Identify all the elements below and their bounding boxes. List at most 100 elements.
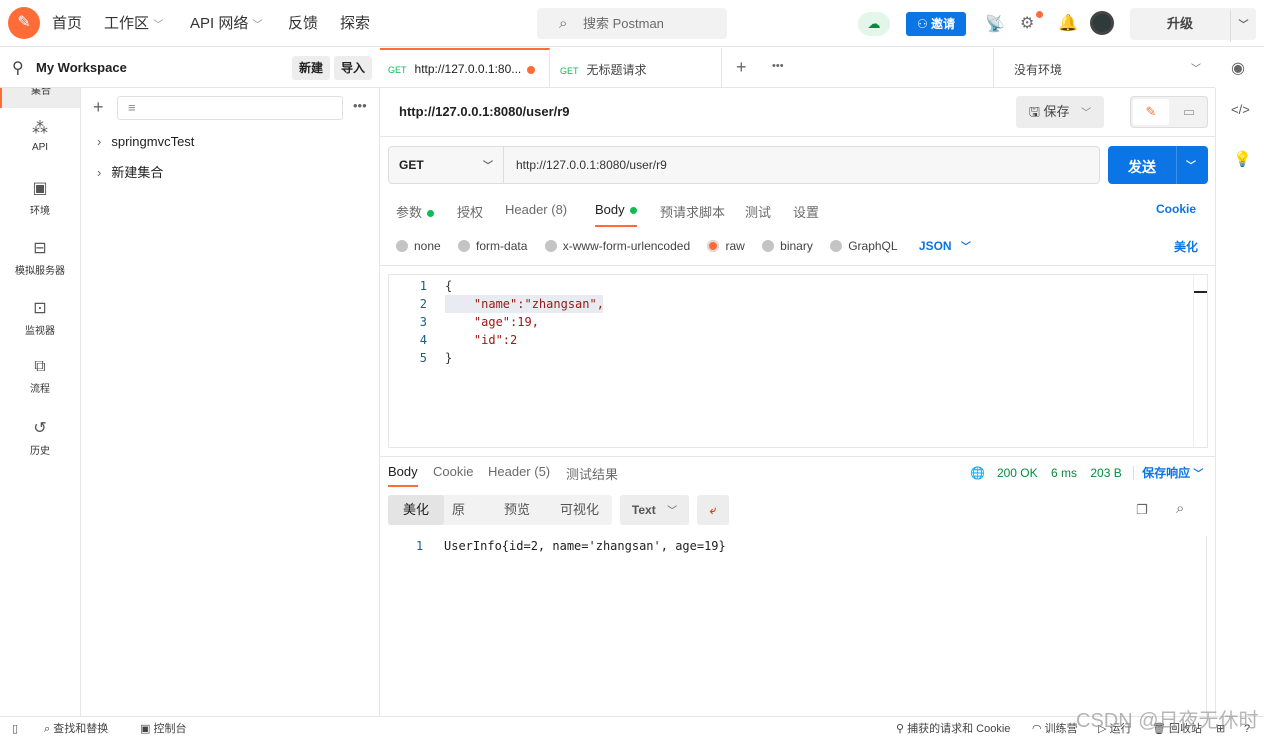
eye-icon[interactable]: ◉ (1231, 58, 1245, 78)
lightbulb-icon[interactable]: 💡 (1233, 150, 1252, 168)
line-numbers: 12345 (419, 279, 427, 365)
bootcamp-button[interactable]: ◠ 训练营 (1032, 717, 1078, 741)
view-pretty[interactable]: 美化 (388, 495, 444, 525)
code-content: { "name":"zhangsan", "age":19, "id":2} (445, 279, 604, 365)
tab-headers[interactable]: Header (8) (505, 202, 567, 217)
satellite-icon[interactable]: 📡 (985, 14, 1005, 34)
more-icon[interactable]: ••• (353, 98, 367, 113)
tab-params[interactable]: 参数 (396, 202, 435, 221)
edit-icon[interactable]: ✎ (1133, 99, 1169, 125)
nav-feedback[interactable]: 反馈 (288, 0, 318, 47)
response-tab-test-results[interactable]: 测试结果 (566, 464, 618, 483)
tab-body[interactable]: Body (595, 202, 637, 227)
settings-icon[interactable]: ⚙ (1020, 13, 1034, 33)
tab-settings[interactable]: 设置 (793, 202, 819, 221)
globe-icon[interactable]: 🌐 (970, 466, 985, 480)
code-icon[interactable]: </> (1231, 102, 1250, 117)
chevron-down-icon[interactable]: ﹀ (1186, 157, 1196, 172)
more-tabs-icon[interactable]: ••• (772, 60, 784, 72)
radio-none[interactable]: none (396, 239, 441, 253)
status-bar: ▯ ⌕ 查找和替换 ▣ 控制台 ⚲ 捕获的请求和 Cookie ◠ 训练营 ▷ … (0, 710, 1264, 741)
nav-apis[interactable]: ⁂ API (0, 108, 80, 168)
radio-raw[interactable]: raw (707, 239, 745, 253)
chevron-right-icon: › (97, 134, 102, 149)
save-response-button[interactable]: 保存响应 ﹀ (1133, 466, 1204, 480)
collection-item[interactable]: › 新建集合 (97, 162, 163, 181)
nav-history[interactable]: ↺ 历史 (0, 408, 80, 468)
server-icon: ⊟ (33, 240, 47, 257)
workspace-name[interactable]: My Workspace (36, 60, 127, 75)
editor-scrollbar[interactable] (1193, 275, 1207, 447)
format-select[interactable]: JSON ﹀ (919, 239, 971, 253)
postman-logo[interactable]: ✎ (8, 7, 40, 39)
nav-home[interactable]: 首页 (52, 0, 82, 47)
tab-request-active[interactable]: GET http://127.0.0.1:80... (380, 48, 550, 88)
upgrade-button[interactable]: 升级 ﹀ (1130, 8, 1256, 42)
tab-authorization[interactable]: 授权 (457, 202, 483, 221)
new-button[interactable]: 新建 (292, 56, 330, 80)
nav-explore[interactable]: 探索 (340, 0, 370, 47)
nav-flows[interactable]: ⧉ 流程 (0, 348, 80, 408)
send-button[interactable]: 发送 ﹀ (1108, 146, 1208, 184)
monitor-icon: ⊡ (33, 300, 47, 317)
body-editor[interactable]: 12345 { "name":"zhangsan", "age":19, "id… (388, 274, 1208, 448)
tab-request[interactable]: GET 无标题请求 (550, 48, 722, 88)
view-visualize[interactable]: 可视化 (560, 495, 599, 525)
user-icon: ⚲ (12, 60, 24, 77)
tab-tests[interactable]: 测试 (745, 202, 771, 221)
search-input[interactable]: ⌕ 搜索 Postman (537, 8, 727, 39)
notification-dot (1036, 11, 1043, 18)
nav-environments[interactable]: ▣ 环境 (0, 168, 80, 228)
status-code[interactable]: 200 OK (997, 466, 1038, 480)
new-tab-icon[interactable]: + (736, 57, 747, 78)
nav-workspaces[interactable]: 工作区 ﹀ (104, 0, 163, 47)
radio-graphql[interactable]: GraphQL (830, 239, 898, 253)
radio-binary[interactable]: binary (762, 239, 813, 253)
search-icon[interactable]: ⌕ (1176, 500, 1184, 517)
response-time[interactable]: 6 ms (1051, 466, 1077, 480)
save-button[interactable]: 🖫 保存 ﹀ (1016, 96, 1104, 128)
cookies-link[interactable]: Cookie (1156, 202, 1196, 216)
response-tab-headers[interactable]: Header (5) (488, 464, 550, 479)
nav-monitors[interactable]: ⊡ 监视器 (0, 288, 80, 348)
invite-button[interactable]: ⚇ 邀请 (906, 12, 966, 36)
wrap-lines-icon[interactable]: ⤶ (697, 495, 729, 525)
view-raw[interactable]: 原 (452, 495, 465, 525)
body-type-group: none form-data x-www-form-urlencoded raw… (396, 238, 971, 253)
sidebar-toggle-icon[interactable]: ▯ (12, 717, 18, 741)
copy-icon[interactable]: ❐ (1136, 502, 1148, 518)
response-scrollbar[interactable] (1206, 536, 1207, 716)
comment-icon[interactable]: ▭ (1171, 99, 1207, 125)
capture-button[interactable]: ⚲ 捕获的请求和 Cookie (896, 717, 1010, 741)
tab-pre-request-script[interactable]: 预请求脚本 (660, 202, 725, 221)
response-format-select[interactable]: Text ﹀ (620, 495, 689, 525)
import-button[interactable]: 导入 (334, 56, 372, 80)
environment-select[interactable]: 没有环境 ﹀ (993, 48, 1215, 88)
chevron-down-icon: ﹀ (1191, 64, 1201, 75)
sync-status-icon[interactable]: ☁ (858, 12, 890, 36)
method-select[interactable]: GET ﹀ (389, 147, 504, 183)
beautify-link[interactable]: 美化 (1174, 238, 1198, 255)
nav-api-network[interactable]: API 网络 ﹀ (190, 0, 263, 47)
avatar[interactable] (1090, 11, 1114, 35)
response-tab-body[interactable]: Body (388, 464, 418, 487)
add-icon[interactable]: + (93, 97, 104, 118)
response-tab-cookies[interactable]: Cookie (433, 464, 473, 479)
collection-item[interactable]: › springmvcTest (97, 134, 194, 149)
chevron-down-icon[interactable]: ﹀ (1230, 10, 1256, 42)
response-body[interactable]: UserInfo{id=2, name='zhangsan', age=19} (444, 537, 726, 555)
view-preview[interactable]: 预览 (504, 495, 530, 525)
radio-form-data[interactable]: form-data (458, 239, 527, 253)
console-button[interactable]: ▣ 控制台 (140, 717, 186, 741)
bell-icon[interactable]: 🔔 (1058, 13, 1078, 33)
request-tabs: GET http://127.0.0.1:80... GET 无标题请求 + •••… (380, 48, 1215, 88)
response-size[interactable]: 203 B (1090, 466, 1121, 480)
nav-mock-servers[interactable]: ⊟ 模拟服务器 (0, 228, 80, 288)
view-toggle: ✎ ▭ (1130, 96, 1208, 128)
radio-urlencoded[interactable]: x-www-form-urlencoded (544, 239, 690, 253)
request-title[interactable]: http://127.0.0.1:8080/user/r9 (399, 104, 570, 119)
api-icon: ⁂ (32, 120, 48, 137)
url-input[interactable]: http://127.0.0.1:8080/user/r9 (516, 158, 667, 172)
filter-input[interactable]: ≡ (117, 96, 343, 120)
find-replace-button[interactable]: ⌕ 查找和替换 (44, 717, 108, 741)
